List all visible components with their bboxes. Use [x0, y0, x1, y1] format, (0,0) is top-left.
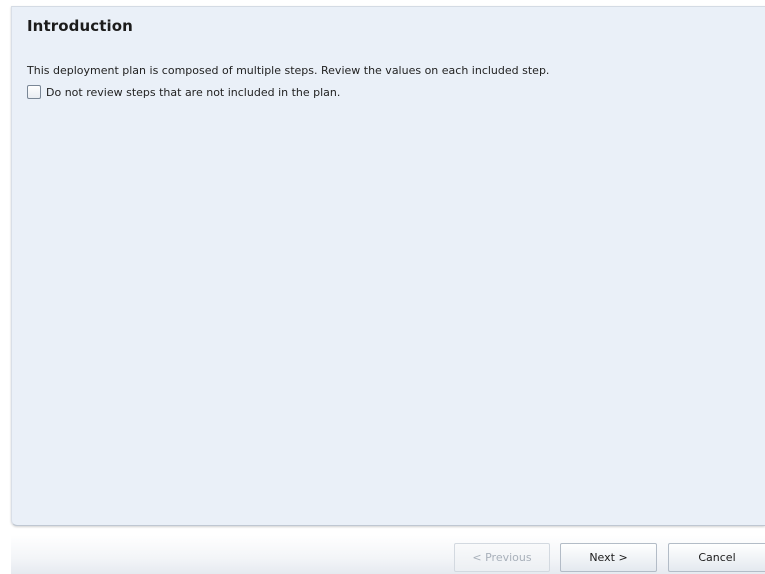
next-button[interactable]: Next > [560, 543, 657, 572]
intro-description: This deployment plan is composed of mult… [27, 64, 550, 77]
skip-excluded-steps-option[interactable]: Do not review steps that are not include… [27, 85, 340, 99]
page-title: Introduction [27, 17, 133, 35]
step-panel: Introduction This deployment plan is com… [11, 6, 765, 526]
previous-button[interactable]: < Previous [454, 543, 550, 572]
cancel-button[interactable]: Cancel [668, 543, 765, 572]
skip-excluded-steps-checkbox[interactable] [27, 85, 41, 99]
skip-excluded-steps-label[interactable]: Do not review steps that are not include… [46, 86, 340, 99]
